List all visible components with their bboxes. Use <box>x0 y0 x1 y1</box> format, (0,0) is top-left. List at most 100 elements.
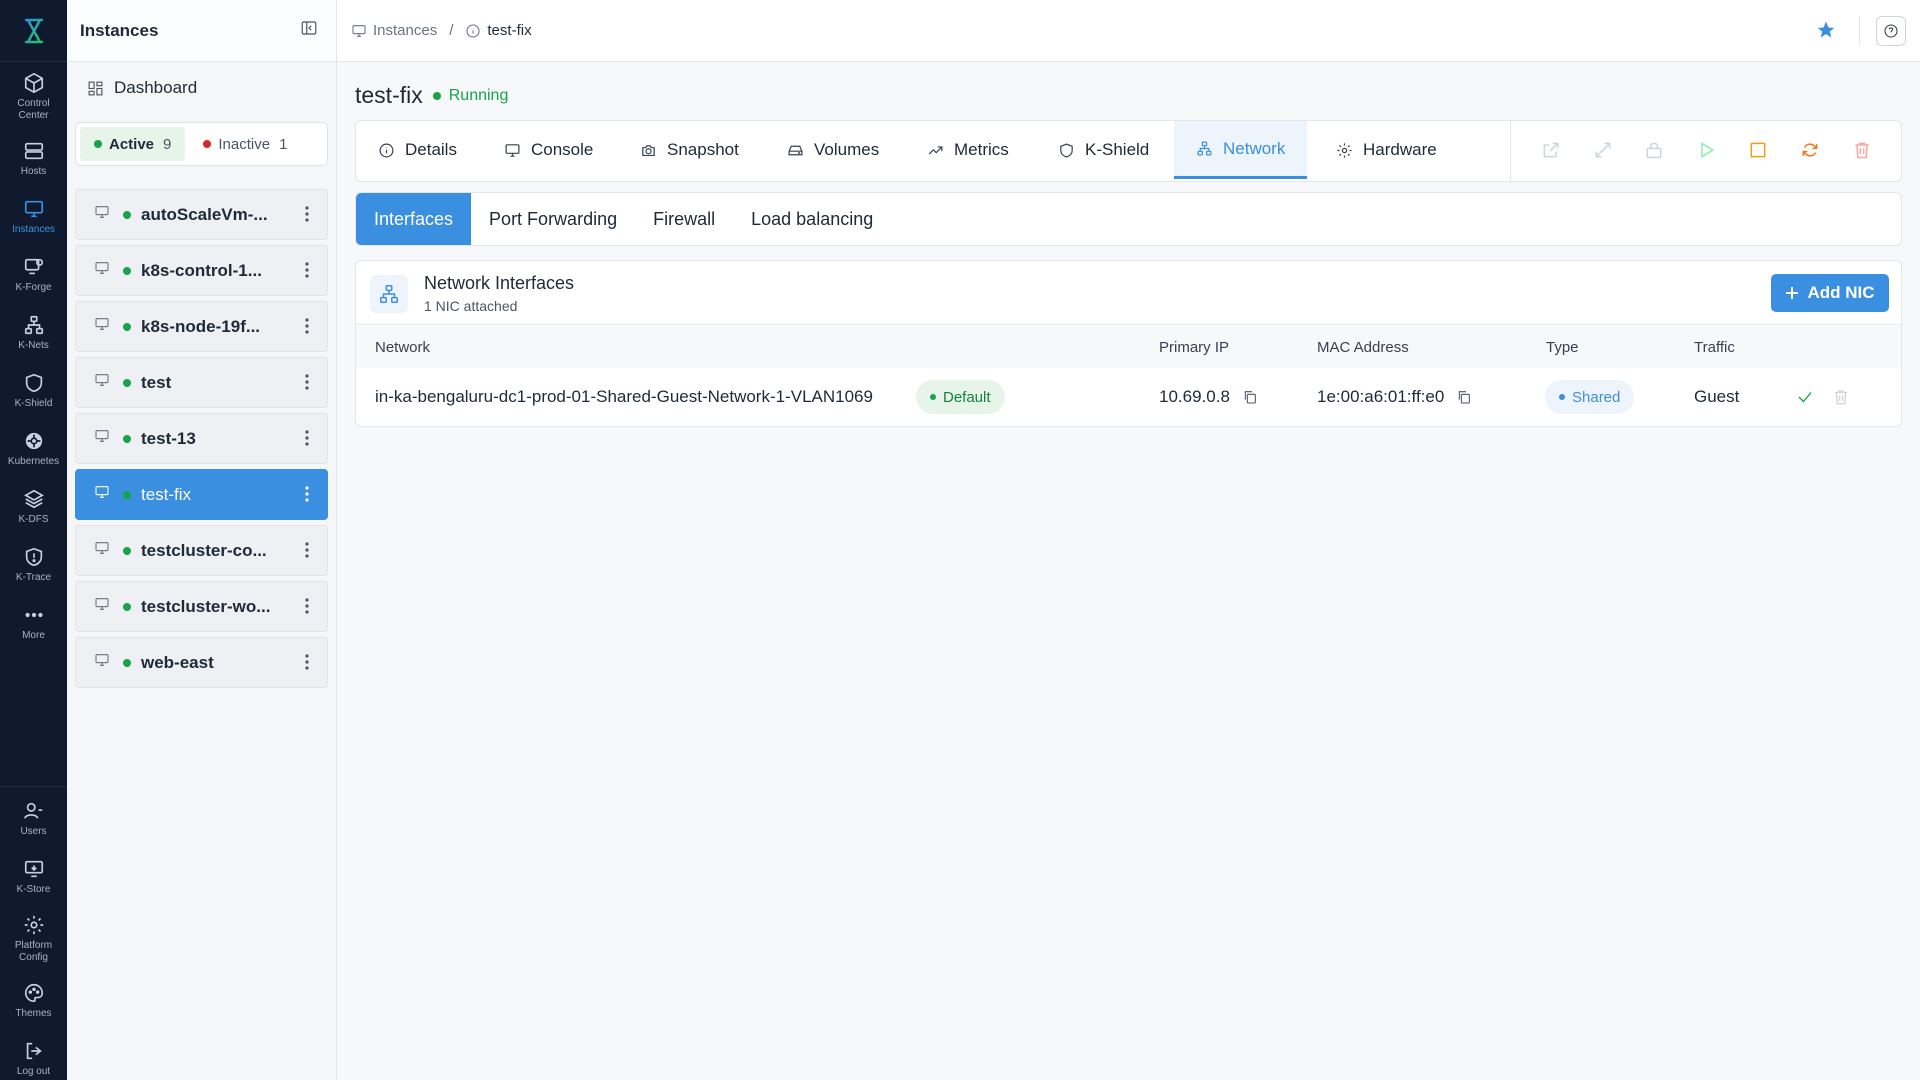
store-icon <box>24 860 43 878</box>
app-logo[interactable] <box>0 0 67 62</box>
instance-name: autoScaleVm-... <box>141 204 268 224</box>
rail-item-k-shield[interactable]: K-Shield <box>0 372 67 410</box>
instance-name: test-fix <box>141 484 192 504</box>
copy-icon[interactable] <box>1456 389 1472 405</box>
status-dot-icon <box>123 658 131 667</box>
kebab-icon <box>305 654 309 670</box>
instance-name: k8s-node-19f... <box>141 316 261 336</box>
rail-item-themes[interactable]: Themes <box>0 982 67 1020</box>
add-nic-button[interactable]: Add NIC <box>1771 274 1889 312</box>
column-header: MAC Address <box>1317 339 1409 356</box>
monitor-icon <box>505 143 520 157</box>
subtab-port-forwarding[interactable]: Port Forwarding <box>471 193 635 245</box>
users-icon <box>23 802 42 819</box>
subtab-load-balancing[interactable]: Load balancing <box>733 193 891 245</box>
instance-item[interactable]: k8s-node-19f... <box>75 301 328 352</box>
column-header: Primary IP <box>1159 339 1230 356</box>
instance-item[interactable]: testcluster-co... <box>75 525 328 576</box>
tab-k-shield[interactable]: K-Shield <box>1058 121 1149 179</box>
info-icon <box>466 23 480 38</box>
shield-icon <box>25 373 42 393</box>
tab-details[interactable]: Details <box>378 121 457 179</box>
stop-button[interactable] <box>1748 140 1768 165</box>
delete-instance-button[interactable] <box>1852 140 1872 165</box>
filter-active[interactable]: Active 9 <box>80 127 186 161</box>
rail-item-control-center[interactable]: Control Center <box>0 72 67 122</box>
tab-console[interactable]: Console <box>504 121 593 179</box>
restart-button[interactable] <box>1800 140 1820 165</box>
tab-label: Metrics <box>954 140 1009 159</box>
lock-button[interactable] <box>1644 140 1664 165</box>
subtab-interfaces[interactable]: Interfaces <box>356 193 472 245</box>
monitor-icon <box>94 652 110 673</box>
instance-item[interactable]: test <box>75 357 328 408</box>
subtab-firewall[interactable]: Firewall <box>635 193 733 245</box>
rail-item-k-nets[interactable]: K-Nets <box>0 314 67 352</box>
open-external-button[interactable] <box>1541 140 1561 165</box>
instance-menu-button[interactable] <box>305 204 309 229</box>
kebab-icon <box>305 262 309 278</box>
breadcrumb-root[interactable]: Instances <box>373 22 437 39</box>
traffic-value: Guest <box>1694 387 1740 406</box>
instance-item[interactable]: test-13 <box>75 413 328 464</box>
instance-menu-button[interactable] <box>305 652 309 677</box>
set-default-button[interactable] <box>1796 388 1814 411</box>
instance-menu-button[interactable] <box>305 484 309 509</box>
instance-menu-button[interactable] <box>305 316 309 341</box>
instance-item[interactable]: web-east <box>75 637 328 688</box>
network-interfaces-card: Network Interfaces 1 NIC attached Add NI… <box>355 260 1902 427</box>
instance-menu-button[interactable] <box>305 596 309 621</box>
delete-nic-button[interactable] <box>1832 388 1850 411</box>
rail-label: K-Trace <box>15 572 52 583</box>
default-badge: Default <box>916 380 1005 414</box>
filter-inactive[interactable]: Inactive 1 <box>189 127 301 161</box>
rail-item-more[interactable]: More <box>0 604 67 642</box>
kebab-icon <box>305 206 309 222</box>
trash-icon <box>1835 390 1847 405</box>
help-icon <box>1884 24 1898 38</box>
red-dot-icon <box>203 140 212 148</box>
dot-icon <box>1559 394 1565 400</box>
tab-hardware[interactable]: Hardware <box>1336 121 1437 179</box>
rail-label: K-DFS <box>18 514 49 525</box>
instance-item[interactable]: testcluster-wo... <box>75 581 328 632</box>
instance-name: test <box>141 372 172 392</box>
grid-icon <box>88 81 103 95</box>
instance-menu-button[interactable] <box>305 540 309 565</box>
copy-icon[interactable] <box>1242 389 1258 405</box>
instance-menu-button[interactable] <box>305 428 309 453</box>
instance-item-selected[interactable]: test-fix <box>75 469 328 520</box>
monitor-icon <box>352 24 366 37</box>
rail-item-k-dfs[interactable]: K-DFS <box>0 488 67 526</box>
rail-item-k-forge[interactable]: K-Forge <box>0 256 67 294</box>
layers-icon <box>23 489 44 509</box>
rail-item-log-out[interactable]: Log out <box>0 1040 67 1078</box>
network-name: in-ka-bengaluru-dc1-prod-01-Shared-Guest… <box>375 387 873 406</box>
rail-item-hosts[interactable]: Hosts <box>0 140 67 178</box>
favorite-button[interactable] <box>1816 20 1836 45</box>
help-button[interactable] <box>1876 16 1906 46</box>
rail-item-instances[interactable]: Instances <box>0 198 67 236</box>
status-badge: Running <box>432 87 508 105</box>
rail-item-kubernetes[interactable]: Kubernetes <box>0 430 67 468</box>
instance-menu-button[interactable] <box>305 260 309 285</box>
tab-snapshot[interactable]: Snapshot <box>640 121 739 179</box>
rail-item-users[interactable]: Users <box>0 800 67 838</box>
rail-item-k-store[interactable]: K-Store <box>0 858 67 896</box>
instance-menu-button[interactable] <box>305 372 309 397</box>
status-dot-icon <box>123 546 131 555</box>
tab-network[interactable]: Network <box>1174 121 1308 179</box>
sidebar-dashboard-link[interactable]: Dashboard <box>87 78 197 98</box>
tab-volumes[interactable]: Volumes <box>787 121 879 179</box>
sidebar-collapse-button[interactable] <box>300 19 318 42</box>
rail-item-k-trace[interactable]: K-Trace <box>0 546 67 584</box>
instance-name: testcluster-wo... <box>141 596 271 616</box>
status-dot-icon <box>123 266 131 275</box>
start-button[interactable] <box>1697 140 1717 165</box>
rail-item-platform-config[interactable]: Platform Config <box>0 914 67 964</box>
tab-metrics[interactable]: Metrics <box>927 121 1009 179</box>
instance-item[interactable]: k8s-control-1... <box>75 245 328 296</box>
instance-item[interactable]: autoScaleVm-... <box>75 189 328 240</box>
dot-icon <box>930 394 936 400</box>
expand-button[interactable] <box>1593 140 1613 165</box>
